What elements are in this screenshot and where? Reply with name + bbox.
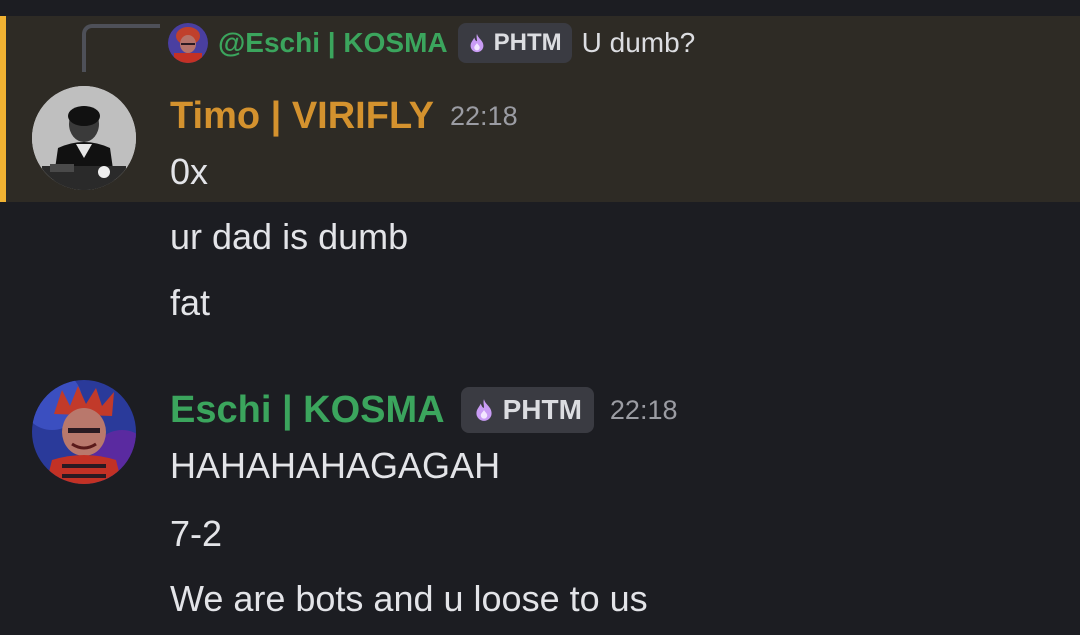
- previous-message-area: [0, 0, 1080, 16]
- reply-avatar-eschi[interactable]: [168, 23, 208, 63]
- flame-icon: [471, 397, 497, 423]
- message-header-timo: Timo | VIRIFLY 22:18: [170, 92, 518, 140]
- author-name[interactable]: Eschi | KOSMA: [170, 389, 445, 432]
- chat-view: @Eschi | KOSMA PHTM U dumb? Timo | VIRIF…: [0, 0, 1080, 635]
- reply-spine-connector: [82, 24, 160, 72]
- mention-bar: [0, 16, 6, 202]
- message-line[interactable]: We are bots and u loose to us: [170, 577, 648, 621]
- timestamp[interactable]: 22:18: [610, 395, 678, 426]
- author-name[interactable]: Timo | VIRIFLY: [170, 95, 434, 138]
- role-label: PHTM: [502, 394, 582, 425]
- timestamp[interactable]: 22:18: [450, 101, 518, 132]
- message-line[interactable]: 0x: [170, 150, 208, 194]
- message-line[interactable]: HAHAHAHAGAGAH: [170, 444, 500, 488]
- message-header-eschi: Eschi | KOSMA PHTM 22:18: [170, 386, 677, 434]
- role-badge[interactable]: PHTM: [460, 387, 594, 433]
- reply-role-label: PHTM: [493, 29, 562, 56]
- flame-icon: [466, 32, 488, 54]
- reply-snippet[interactable]: U dumb?: [582, 27, 696, 59]
- avatar-eschi[interactable]: [32, 380, 136, 484]
- reply-author[interactable]: @Eschi | KOSMA: [218, 27, 448, 59]
- message-line[interactable]: 7-2: [170, 512, 222, 556]
- message-line[interactable]: fat: [170, 281, 210, 325]
- avatar-timo[interactable]: [32, 86, 136, 190]
- reply-role-badge[interactable]: PHTM: [457, 23, 572, 63]
- message-line[interactable]: ur dad is dumb: [170, 215, 408, 259]
- reply-reference[interactable]: @Eschi | KOSMA PHTM U dumb?: [168, 22, 695, 64]
